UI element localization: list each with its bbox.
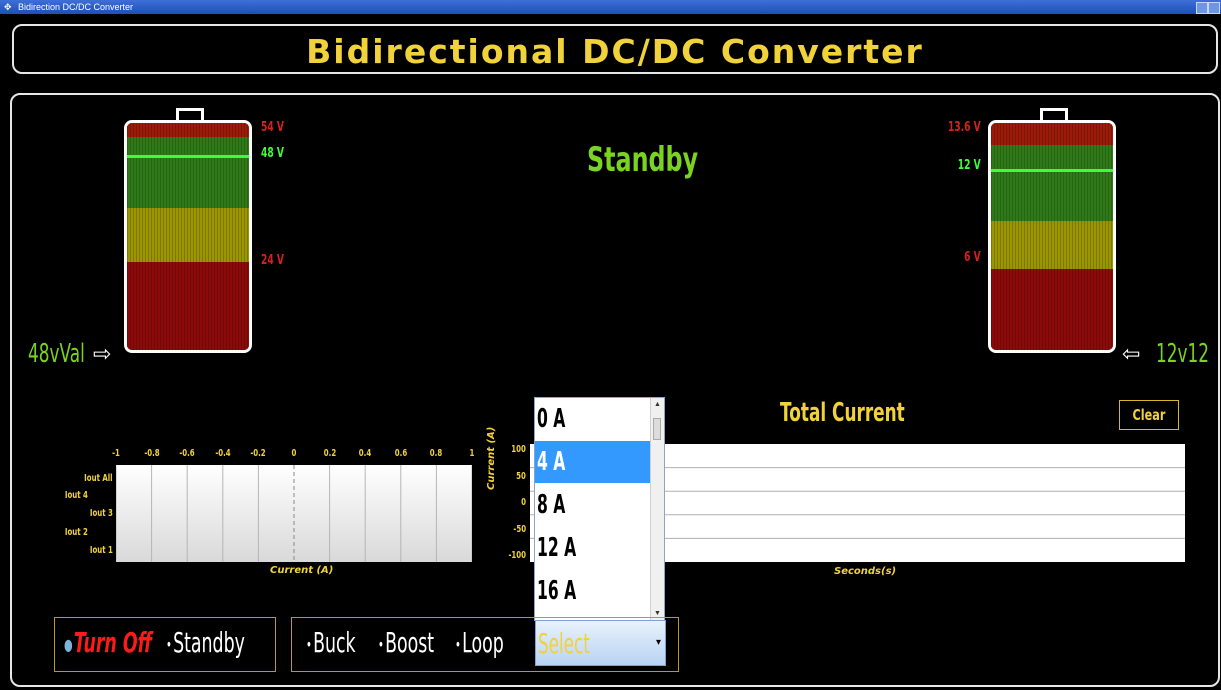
current-dropdown-list[interactable]: 0 A 4 A 8 A 12 A 16 A ▲ ▼: [534, 397, 665, 621]
scroll-thumb[interactable]: [653, 418, 661, 440]
clear-button[interactable]: Clear: [1119, 400, 1179, 430]
dropdown-option[interactable]: 4 A: [535, 441, 653, 483]
right-battery-zone-red-top: [991, 123, 1113, 145]
buck-label: Buck: [313, 626, 356, 659]
right-battery-terminal: [1040, 108, 1068, 120]
right-battery-zone-green: [991, 145, 1113, 221]
loop-label: Loop: [462, 626, 504, 659]
turn-off-radio[interactable]: ●Turn Off: [64, 626, 152, 659]
clear-button-label: Clear: [1132, 406, 1166, 424]
bar-chart-y-label: Iout All: [84, 473, 113, 484]
bar-chart-x-title: Current (A): [270, 565, 334, 576]
dropdown-option-label: 12 A: [537, 533, 577, 563]
turn-off-label: Turn Off: [73, 626, 153, 659]
dropdown-option[interactable]: 0 A: [535, 398, 653, 440]
status-text: Standby: [587, 140, 699, 180]
loop-radio[interactable]: •Loop: [455, 626, 504, 659]
line-chart-y-title: Current (A): [486, 426, 497, 490]
standby-label: Standby: [173, 626, 245, 659]
dropdown-option-label: 0 A: [537, 404, 566, 434]
right-battery-gauge: [988, 120, 1116, 353]
boost-radio[interactable]: •Boost: [378, 626, 434, 659]
dropdown-option-label: 8 A: [537, 490, 566, 520]
bar-chart-x-tick: -0.4: [215, 448, 231, 459]
radio-dot-icon: •: [166, 634, 172, 654]
bar-chart-x-tick: 0.6: [394, 448, 407, 459]
left-battery-max-label: 54 V: [261, 120, 284, 135]
right-battery-max-label: 13.6 V: [948, 120, 981, 135]
left-battery-nominal-label: 48 V: [261, 146, 284, 161]
select-value: Select: [538, 627, 590, 660]
line-chart-y-tick: 0: [521, 497, 526, 508]
right-battery-level-line: [991, 169, 1113, 172]
left-battery-zone-yellow: [127, 208, 249, 262]
right-arrow-icon: ⇨: [93, 341, 112, 366]
line-chart-y-tick: 50: [516, 470, 526, 482]
scroll-up-icon[interactable]: ▲: [651, 398, 664, 411]
bar-chart-y-label: Iout 4: [64, 490, 88, 501]
bar-chart-x-tick: 0: [291, 448, 297, 459]
bar-chart-y-label: Iout 1: [89, 545, 113, 556]
dropdown-option[interactable]: 8 A: [535, 484, 653, 526]
radio-dot-icon: •: [306, 634, 312, 654]
dropdown-option[interactable]: 12 A: [535, 527, 653, 569]
line-chart-x-title: Seconds(s): [834, 566, 897, 577]
radio-dot-icon: •: [378, 634, 384, 654]
left-battery-zone-red-top: [127, 123, 249, 137]
window-titlebar: ✥ Bidirection DC/DC Converter: [0, 0, 1221, 14]
radio-dot-icon: •: [455, 634, 461, 654]
right-battery-zone-yellow: [991, 221, 1113, 269]
left-arrow-icon: ⇦: [1122, 341, 1141, 366]
right-battery-nominal-label: 12 V: [958, 158, 981, 173]
page-title: Bidirectional DC/DC Converter: [306, 32, 924, 71]
bar-chart-x-tick: -1: [112, 448, 120, 459]
left-battery-level-line: [127, 155, 249, 158]
dropdown-option[interactable]: 16 A: [535, 570, 653, 612]
bar-chart-x-tick: -0.8: [143, 448, 160, 459]
left-battery-min-label: 24 V: [261, 253, 284, 268]
bar-chart-x-tick: 1: [469, 448, 475, 459]
right-battery-value: 12v12: [1156, 339, 1210, 369]
line-chart-y-tick: -50: [513, 523, 526, 535]
standby-radio[interactable]: •Standby: [166, 626, 245, 659]
bar-chart-x-tick: 0.2: [323, 448, 336, 459]
radio-dot-icon: ●: [64, 634, 73, 654]
dropdown-scrollbar[interactable]: ▲ ▼: [650, 398, 664, 620]
line-chart-y-tick: -100: [508, 550, 526, 561]
current-bar-chart: [116, 465, 472, 562]
right-battery-min-label: 6 V: [964, 250, 981, 265]
left-battery-terminal: [176, 108, 204, 120]
bar-chart-x-tick: 0.4: [358, 448, 372, 459]
bar-chart-y-label: Iout 3: [89, 508, 113, 519]
dropdown-option-label: 16 A: [537, 576, 577, 606]
buck-radio[interactable]: •Buck: [306, 626, 356, 659]
app-icon: ✥: [4, 2, 12, 12]
line-chart-y-tick: 100: [511, 444, 526, 455]
header-frame: Bidirectional DC/DC Converter: [12, 24, 1218, 74]
total-current-title: Total Current: [780, 398, 905, 428]
window-title: Bidirection DC/DC Converter: [18, 2, 134, 12]
left-battery-zone-red-bottom: [127, 262, 249, 350]
chevron-down-icon: ▾: [655, 637, 661, 648]
left-battery-value: 48vVal: [28, 339, 85, 369]
right-battery-zone-red-bottom: [991, 269, 1113, 350]
boost-label: Boost: [385, 626, 435, 659]
current-select[interactable]: Select ▾: [535, 620, 666, 666]
dropdown-option-label: 4 A: [537, 447, 566, 477]
minimize-button[interactable]: [1196, 2, 1208, 14]
bar-chart-x-tick: 0.8: [430, 448, 443, 459]
maximize-button[interactable]: [1208, 2, 1220, 14]
bar-chart-y-label: Iout 2: [64, 527, 88, 538]
bar-chart-x-tick: -0.2: [250, 448, 267, 459]
left-battery-gauge: [124, 120, 252, 353]
bar-chart-x-tick: -0.6: [179, 448, 195, 459]
